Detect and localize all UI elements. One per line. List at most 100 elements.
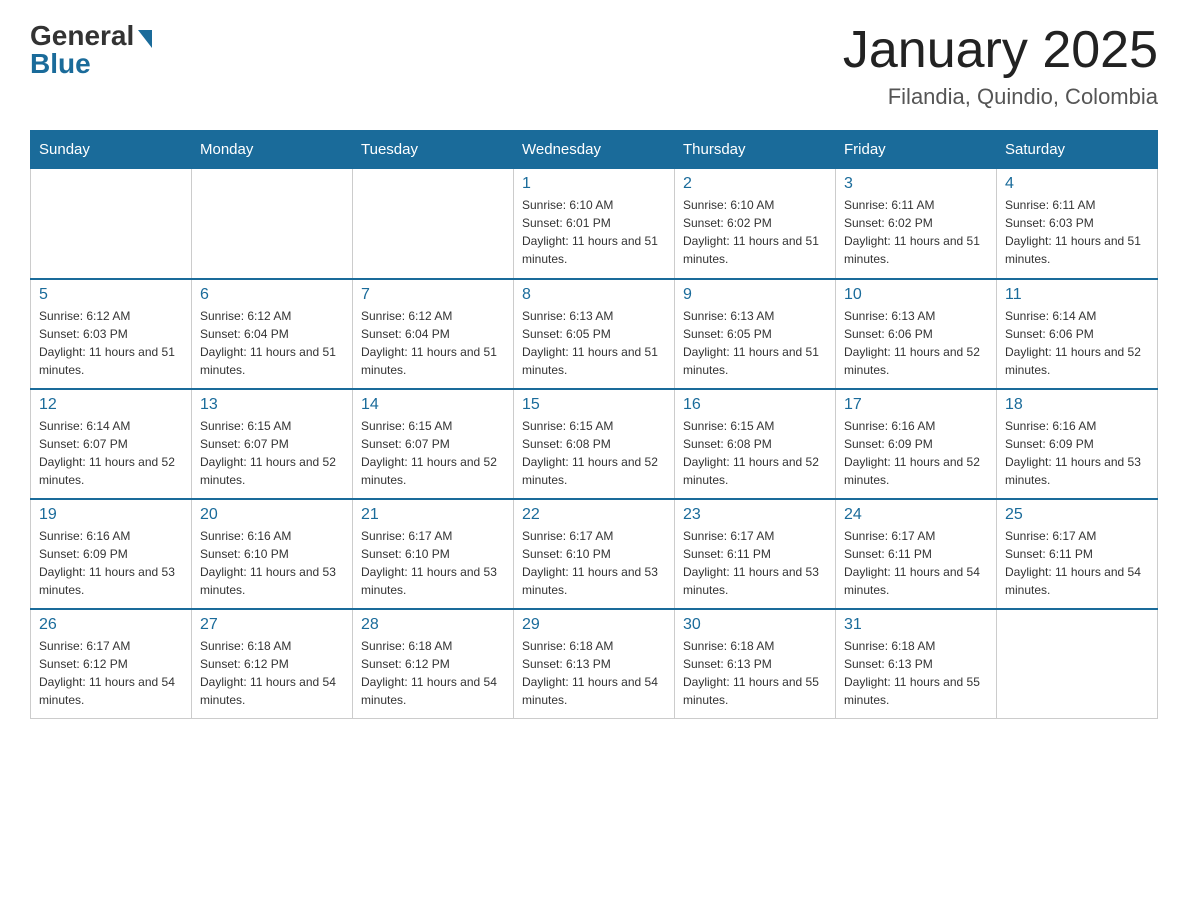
- day-info: Sunrise: 6:17 AM Sunset: 6:12 PM Dayligh…: [39, 637, 183, 709]
- calendar-cell: 4Sunrise: 6:11 AM Sunset: 6:03 PM Daylig…: [997, 169, 1158, 279]
- calendar-cell: [192, 169, 353, 279]
- day-number: 19: [39, 506, 183, 524]
- calendar-cell: 25 Sunrise: 6:17 AM Sunset: 6:11 PM Dayli…: [997, 499, 1158, 609]
- day-info: Sunrise: 6:18 AM Sunset: 6:13 PM Dayligh…: [522, 637, 666, 709]
- calendar-cell: 21 Sunrise: 6:17 AM Sunset: 6:10 PM Dayli…: [353, 499, 514, 609]
- calendar-week-1: 1 Sunrise: 6:10 AM Sunset: 6:01 PM Daylig…: [31, 169, 1158, 279]
- calendar-cell: 19 Sunrise: 6:16 AM Sunset: 6:09 PM Dayli…: [31, 499, 192, 609]
- day-number: 11: [1005, 286, 1149, 304]
- logo: General Blue: [30, 20, 152, 80]
- calendar-week-3: 12 Sunrise: 6:14 AM Sunset: 6:07 PM Dayli…: [31, 389, 1158, 499]
- day-info: Sunrise: 6:17 AM Sunset: 6:11 PM Dayligh…: [844, 527, 988, 599]
- day-info: Sunrise: 6:16 AM Sunset: 6:10 PM Dayligh…: [200, 527, 344, 599]
- logo-arrow-icon: [138, 30, 152, 48]
- day-number: 23: [683, 506, 827, 524]
- calendar-header-row: SundayMondayTuesdayWednesdayThursdayFrid…: [31, 131, 1158, 169]
- day-info: Sunrise: 6:18 AM Sunset: 6:13 PM Dayligh…: [683, 637, 827, 709]
- day-number: 21: [361, 506, 505, 524]
- calendar-cell: 8 Sunrise: 6:13 AM Sunset: 6:05 PM Daylig…: [514, 279, 675, 389]
- calendar-cell: 9 Sunrise: 6:13 AM Sunset: 6:05 PM Daylig…: [675, 279, 836, 389]
- day-info: Sunrise: 6:10 AM Sunset: 6:02 PM Dayligh…: [683, 196, 827, 268]
- calendar-cell: 30 Sunrise: 6:18 AM Sunset: 6:13 PM Dayli…: [675, 609, 836, 719]
- calendar-cell: 7 Sunrise: 6:12 AM Sunset: 6:04 PM Daylig…: [353, 279, 514, 389]
- day-number: 14: [361, 396, 505, 414]
- day-number: 26: [39, 616, 183, 634]
- calendar-cell: 14 Sunrise: 6:15 AM Sunset: 6:07 PM Dayli…: [353, 389, 514, 499]
- calendar-cell: [31, 169, 192, 279]
- day-info: Sunrise: 6:17 AM Sunset: 6:11 PM Dayligh…: [1005, 527, 1149, 599]
- title-section: January 2025 Filandia, Quindio, Colombia: [843, 20, 1158, 110]
- calendar-cell: 29 Sunrise: 6:18 AM Sunset: 6:13 PM Dayli…: [514, 609, 675, 719]
- day-number: 28: [361, 616, 505, 634]
- day-info: Sunrise: 6:17 AM Sunset: 6:10 PM Dayligh…: [522, 527, 666, 599]
- day-number: 6: [200, 286, 344, 304]
- calendar-cell: 22 Sunrise: 6:17 AM Sunset: 6:10 PM Dayli…: [514, 499, 675, 609]
- day-number: 2: [683, 175, 827, 193]
- day-info: Sunrise: 6:14 AM Sunset: 6:07 PM Dayligh…: [39, 417, 183, 489]
- calendar-cell: 27 Sunrise: 6:18 AM Sunset: 6:12 PM Dayli…: [192, 609, 353, 719]
- calendar-cell: 16 Sunrise: 6:15 AM Sunset: 6:08 PM Dayli…: [675, 389, 836, 499]
- calendar-week-2: 5 Sunrise: 6:12 AM Sunset: 6:03 PM Daylig…: [31, 279, 1158, 389]
- day-number: 22: [522, 506, 666, 524]
- calendar-cell: 11 Sunrise: 6:14 AM Sunset: 6:06 PM Dayli…: [997, 279, 1158, 389]
- calendar-cell: 26 Sunrise: 6:17 AM Sunset: 6:12 PM Dayli…: [31, 609, 192, 719]
- day-number: 29: [522, 616, 666, 634]
- day-number: 13: [200, 396, 344, 414]
- calendar-cell: 3Sunrise: 6:11 AM Sunset: 6:02 PM Daylig…: [836, 169, 997, 279]
- day-info: Sunrise: 6:17 AM Sunset: 6:10 PM Dayligh…: [361, 527, 505, 599]
- day-info: Sunrise: 6:12 AM Sunset: 6:04 PM Dayligh…: [200, 307, 344, 379]
- day-info: Sunrise: 6:18 AM Sunset: 6:12 PM Dayligh…: [200, 637, 344, 709]
- calendar-cell: [353, 169, 514, 279]
- calendar-table: SundayMondayTuesdayWednesdayThursdayFrid…: [30, 130, 1158, 719]
- day-info: Sunrise: 6:15 AM Sunset: 6:08 PM Dayligh…: [522, 417, 666, 489]
- day-info: Sunrise: 6:13 AM Sunset: 6:06 PM Dayligh…: [844, 307, 988, 379]
- day-info: Sunrise: 6:13 AM Sunset: 6:05 PM Dayligh…: [522, 307, 666, 379]
- location: Filandia, Quindio, Colombia: [843, 84, 1158, 110]
- day-number: 17: [844, 396, 988, 414]
- header-friday: Friday: [836, 131, 997, 169]
- day-number: 20: [200, 506, 344, 524]
- day-number: 30: [683, 616, 827, 634]
- day-number: 1: [522, 175, 666, 193]
- day-number: 27: [200, 616, 344, 634]
- calendar-cell: 2 Sunrise: 6:10 AM Sunset: 6:02 PM Daylig…: [675, 169, 836, 279]
- header-monday: Monday: [192, 131, 353, 169]
- day-info: Sunrise: 6:16 AM Sunset: 6:09 PM Dayligh…: [1005, 417, 1149, 489]
- header-sunday: Sunday: [31, 131, 192, 169]
- day-info: Sunrise: 6:12 AM Sunset: 6:04 PM Dayligh…: [361, 307, 505, 379]
- day-number: 12: [39, 396, 183, 414]
- day-info: Sunrise: 6:16 AM Sunset: 6:09 PM Dayligh…: [39, 527, 183, 599]
- day-number: 16: [683, 396, 827, 414]
- day-number: 25: [1005, 506, 1149, 524]
- day-info: Sunrise: 6:15 AM Sunset: 6:07 PM Dayligh…: [361, 417, 505, 489]
- header-saturday: Saturday: [997, 131, 1158, 169]
- calendar-cell: 17Sunrise: 6:16 AM Sunset: 6:09 PM Dayli…: [836, 389, 997, 499]
- calendar-week-4: 19 Sunrise: 6:16 AM Sunset: 6:09 PM Dayli…: [31, 499, 1158, 609]
- calendar-cell: [997, 609, 1158, 719]
- day-info: Sunrise: 6:17 AM Sunset: 6:11 PM Dayligh…: [683, 527, 827, 599]
- day-number: 3: [844, 175, 988, 193]
- day-number: 31: [844, 616, 988, 634]
- day-info: Sunrise: 6:12 AM Sunset: 6:03 PM Dayligh…: [39, 307, 183, 379]
- day-number: 5: [39, 286, 183, 304]
- day-number: 15: [522, 396, 666, 414]
- day-info: Sunrise: 6:10 AM Sunset: 6:01 PM Dayligh…: [522, 196, 666, 268]
- day-number: 8: [522, 286, 666, 304]
- calendar-cell: 18Sunrise: 6:16 AM Sunset: 6:09 PM Dayli…: [997, 389, 1158, 499]
- day-info: Sunrise: 6:11 AM Sunset: 6:03 PM Dayligh…: [1005, 196, 1149, 268]
- day-info: Sunrise: 6:15 AM Sunset: 6:07 PM Dayligh…: [200, 417, 344, 489]
- calendar-cell: 24Sunrise: 6:17 AM Sunset: 6:11 PM Dayli…: [836, 499, 997, 609]
- day-number: 9: [683, 286, 827, 304]
- day-info: Sunrise: 6:14 AM Sunset: 6:06 PM Dayligh…: [1005, 307, 1149, 379]
- calendar-cell: 12 Sunrise: 6:14 AM Sunset: 6:07 PM Dayli…: [31, 389, 192, 499]
- header-tuesday: Tuesday: [353, 131, 514, 169]
- day-info: Sunrise: 6:13 AM Sunset: 6:05 PM Dayligh…: [683, 307, 827, 379]
- page-header: General Blue January 2025 Filandia, Quin…: [30, 20, 1158, 110]
- day-number: 7: [361, 286, 505, 304]
- header-thursday: Thursday: [675, 131, 836, 169]
- calendar-cell: 20 Sunrise: 6:16 AM Sunset: 6:10 PM Dayli…: [192, 499, 353, 609]
- day-info: Sunrise: 6:15 AM Sunset: 6:08 PM Dayligh…: [683, 417, 827, 489]
- calendar-cell: 31Sunrise: 6:18 AM Sunset: 6:13 PM Dayli…: [836, 609, 997, 719]
- calendar-cell: 13 Sunrise: 6:15 AM Sunset: 6:07 PM Dayli…: [192, 389, 353, 499]
- day-info: Sunrise: 6:18 AM Sunset: 6:12 PM Dayligh…: [361, 637, 505, 709]
